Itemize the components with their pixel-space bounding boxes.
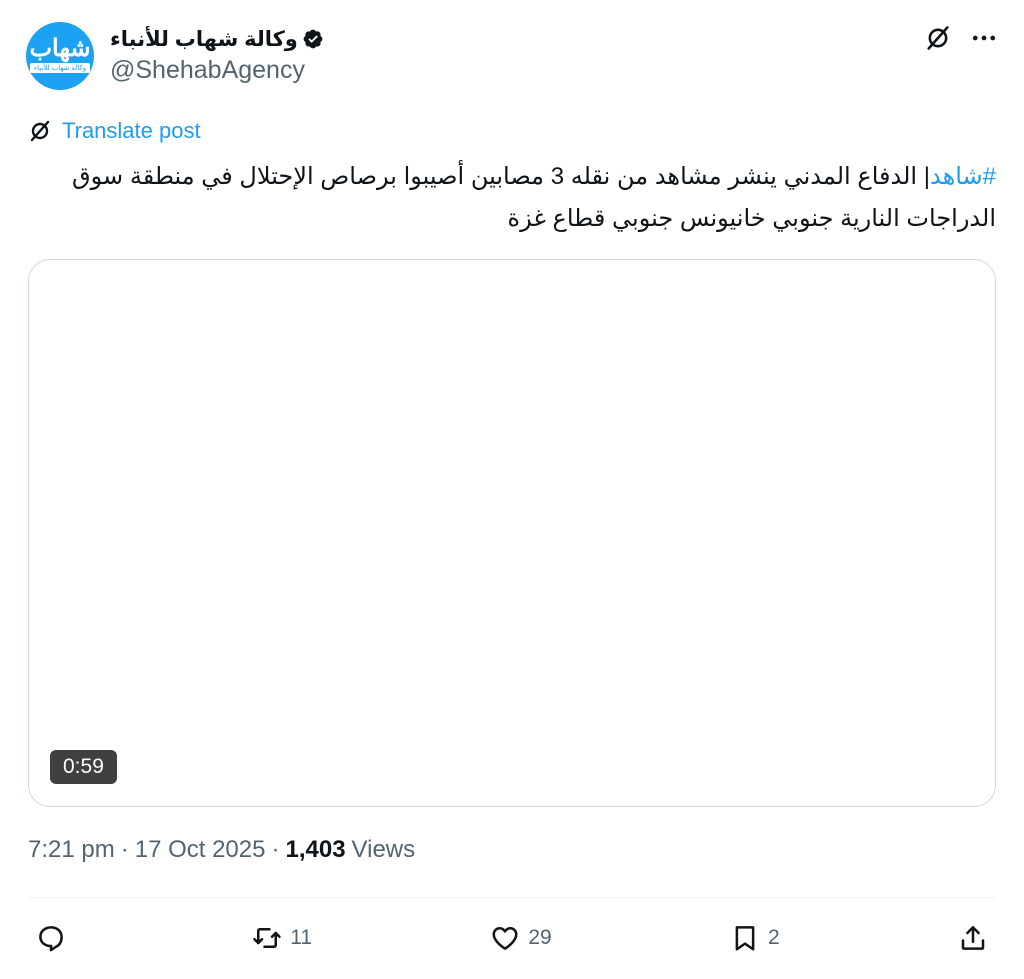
avatar-strip-text: وكالة شهاب للأنباء	[29, 62, 91, 73]
tweet-header: شهاب وكالة شهاب للأنباء وكالة شهاب للأنب…	[26, 18, 998, 94]
header-actions	[924, 24, 998, 52]
tweet-text: #شاهد| الدفاع المدني ينشر مشاهد من نقله …	[28, 156, 996, 240]
display-name: وكالة شهاب للأنباء	[110, 27, 298, 51]
avatar-logo-text: شهاب	[29, 32, 91, 62]
share-button[interactable]	[958, 923, 988, 953]
account-names: وكالة شهاب للأنباء @ShehabAgency	[110, 26, 324, 85]
tweet-time[interactable]: 7:21 pm	[28, 836, 115, 864]
like-button[interactable]: 29	[490, 923, 552, 953]
verified-badge-icon	[303, 29, 323, 49]
hashtag-link[interactable]: #شاهد	[930, 163, 996, 190]
divider	[28, 897, 996, 898]
bookmark-icon	[735, 926, 755, 951]
translate-label: Translate post	[62, 118, 201, 143]
retweet-icon	[253, 928, 282, 948]
tweet-body: | الدفاع المدني ينشر مشاهد من نقله 3 مصا…	[72, 163, 996, 232]
views-label: Views	[351, 836, 416, 863]
tweet-date[interactable]: 17 Oct 2025	[135, 836, 266, 864]
meta-separator: ·	[271, 836, 280, 863]
action-bar: 11 29 2	[36, 916, 988, 960]
reply-icon	[39, 926, 63, 952]
bookmark-button[interactable]: 2	[730, 923, 780, 953]
views-count: 1,403	[285, 836, 346, 863]
more-icon[interactable]	[970, 24, 998, 52]
video-player[interactable]: 0:59	[28, 259, 996, 807]
retweet-button[interactable]: 11	[252, 923, 312, 953]
bookmark-count: 2	[768, 926, 780, 949]
account-handle[interactable]: @ShehabAgency	[110, 56, 324, 85]
retweet-count: 11	[290, 926, 313, 949]
avatar[interactable]: شهاب وكالة شهاب للأنباء	[26, 22, 94, 90]
tweet-meta: 7:21 pm · 17 Oct 2025 · 1,403 Views	[28, 836, 415, 864]
grok-icon[interactable]	[924, 24, 952, 52]
like-count: 29	[528, 926, 552, 949]
display-name-row[interactable]: وكالة شهاب للأنباء	[110, 26, 324, 52]
share-icon	[961, 926, 985, 950]
translate-icon	[30, 120, 50, 142]
translate-post-button[interactable]: Translate post	[28, 118, 201, 144]
video-duration-badge: 0:59	[50, 750, 117, 784]
heart-icon	[492, 927, 518, 950]
reply-button[interactable]	[36, 923, 74, 953]
meta-separator: ·	[120, 836, 129, 863]
